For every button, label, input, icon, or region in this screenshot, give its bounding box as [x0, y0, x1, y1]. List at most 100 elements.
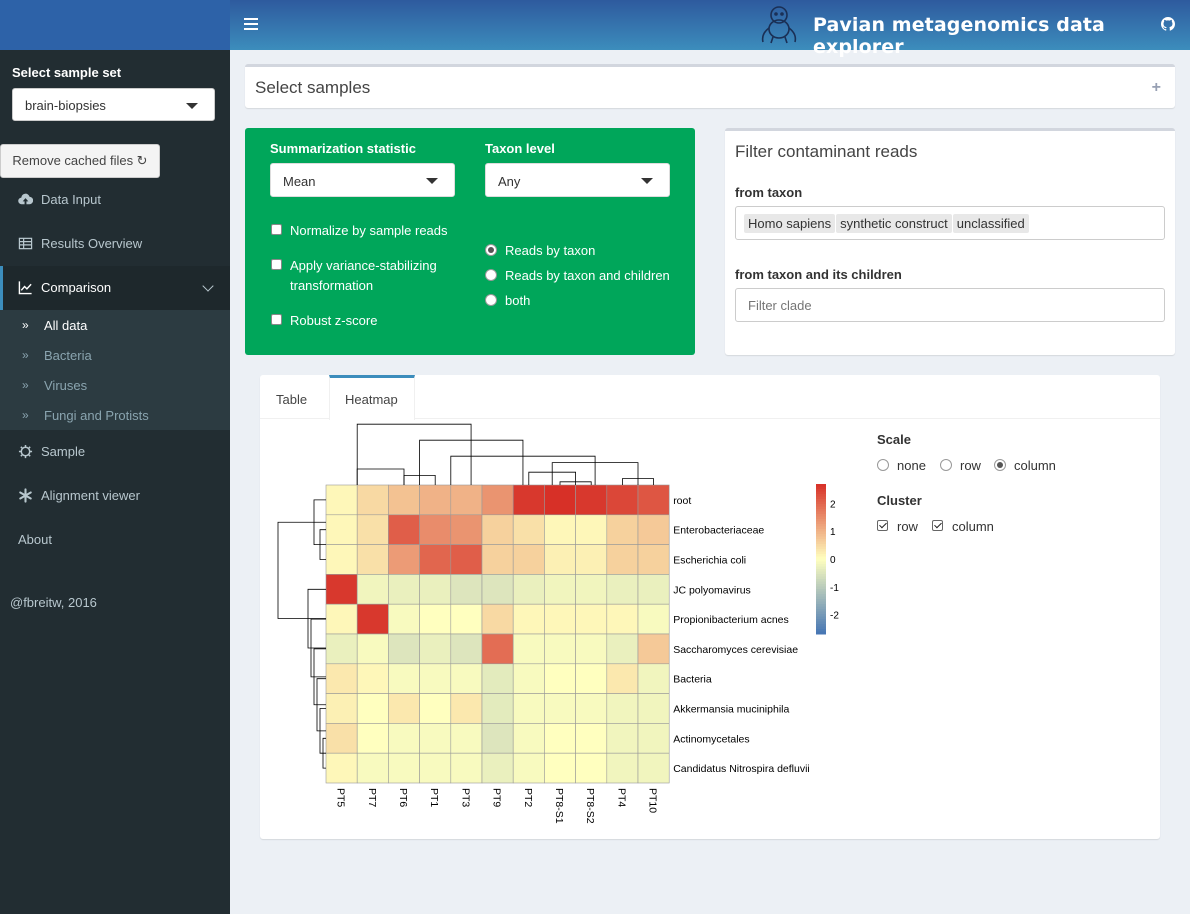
heatmap-cell: [637, 514, 670, 545]
heatmap-cell: [606, 693, 639, 724]
row-label: Escherichia coli: [673, 555, 746, 567]
heatmap-cell: [450, 514, 483, 545]
colorbar-tick-label: -2: [830, 611, 839, 622]
taxon-tag[interactable]: Homo sapiens: [744, 214, 836, 233]
heatmap-cell: [606, 633, 639, 665]
heatmap-cell: [544, 752, 576, 784]
cluster-row-label: row: [897, 519, 918, 534]
colorbar-segment: [816, 631, 826, 635]
heatmap-cell: [325, 574, 358, 605]
sidebar-item-label: Comparison: [41, 280, 112, 295]
column-label: PT6: [397, 788, 409, 807]
heatmap-cell: [606, 484, 639, 516]
tab-table[interactable]: Table: [260, 375, 329, 419]
sidebar-item-data-input[interactable]: Data Input: [0, 178, 230, 222]
row-label: Candidatus Nitrospira defluvii: [673, 763, 810, 775]
heatmap-cell: [575, 603, 608, 635]
column-label: PT9: [491, 788, 503, 807]
heatmap-cell: [419, 603, 452, 635]
chevron-down-icon: [202, 280, 214, 292]
tab-label: Heatmap: [345, 392, 398, 407]
sidebar-item-alignment-viewer[interactable]: Alignment viewer: [0, 474, 230, 518]
taxon-tag[interactable]: unclassified: [952, 214, 1029, 233]
sidebar-item-sample[interactable]: Sample: [0, 430, 230, 474]
heatmap-cell: [450, 663, 483, 694]
heatmap-cell: [388, 752, 420, 784]
heatmap-cell: [450, 484, 483, 516]
scale-column-label: column: [1014, 458, 1056, 473]
heatmap-cell: [450, 603, 483, 635]
github-icon[interactable]: [1161, 17, 1175, 31]
both-radio[interactable]: [485, 294, 497, 306]
cluster-label: Cluster: [877, 493, 922, 508]
submenu-item-bacteria[interactable]: » Bacteria: [0, 340, 230, 370]
tab-heatmap[interactable]: Heatmap: [329, 375, 415, 420]
sidebar-item-about[interactable]: About: [0, 518, 230, 562]
remove-cached-button[interactable]: Remove cached files ↻: [0, 144, 160, 178]
taxon-tag[interactable]: synthetic construct: [836, 214, 952, 233]
sidebar-item-comparison[interactable]: Comparison: [0, 266, 230, 310]
cluster-row-checkbox[interactable]: [877, 520, 888, 531]
results-tab-box: Table Heatmap root Enterobacteriaceae Esch…: [260, 375, 1160, 839]
submenu-item-viruses[interactable]: » Viruses: [0, 370, 230, 400]
variance-label-line1: Apply variance-stabilizing: [290, 258, 437, 273]
heatmap-cell: [606, 514, 639, 545]
scale-none-radio[interactable]: [877, 459, 889, 471]
sample-set-select[interactable]: brain-biopsies: [12, 88, 215, 121]
heatmap-cell: [575, 723, 608, 754]
zscore-label: Robust z-score: [290, 313, 378, 328]
reads-by-taxon-radio[interactable]: [485, 244, 497, 256]
heatmap-cell: [544, 723, 576, 754]
heatmap-cell: [637, 484, 670, 516]
heatmap-cell: [450, 544, 483, 575]
row-label: Propionibacterium acnes: [673, 614, 789, 626]
sidebar-toggle-icon[interactable]: [244, 15, 258, 35]
heatmap-cell: [512, 663, 545, 694]
heatmap-cell: [512, 723, 545, 754]
row-label: Bacteria: [673, 674, 712, 686]
heatmap-cell: [419, 514, 452, 545]
submenu-item-all-data[interactable]: » All data: [0, 310, 230, 340]
clade-filter-input[interactable]: [735, 288, 1165, 322]
expand-plus-icon[interactable]: +: [1152, 79, 1161, 97]
row-label: Akkermansia muciniphila: [673, 704, 789, 716]
column-label: PT4: [615, 788, 627, 807]
row-label: JC polyomavirus: [673, 584, 751, 596]
heatmap-cell: [544, 663, 576, 694]
sample-set-label: Select sample set: [12, 65, 122, 80]
from-taxon-input[interactable]: Homo sapiens synthetic construct unclassif…: [735, 206, 1165, 240]
scale-column-radio[interactable]: [994, 459, 1006, 471]
submenu-item-label: Bacteria: [44, 348, 92, 363]
heatmap-cell: [637, 723, 670, 754]
taxon-level-label: Taxon level: [485, 141, 555, 156]
heatmap-cell: [637, 693, 670, 724]
sidebar-item-results-overview[interactable]: Results Overview: [0, 222, 230, 266]
row-label: root: [673, 495, 691, 507]
scale-row-radio[interactable]: [940, 459, 952, 471]
colorbar-tick-label: -1: [830, 583, 839, 594]
heatmap-cell: [481, 484, 514, 516]
reads-by-taxon-label: Reads by taxon: [505, 243, 596, 258]
submenu-item-fungi-protists[interactable]: » Fungi and Protists: [0, 400, 230, 430]
column-label: PT8-S2: [584, 788, 596, 824]
taxon-level-select[interactable]: Any: [485, 163, 670, 197]
scale-label: Scale: [877, 432, 911, 447]
ape-logo-icon: [761, 6, 797, 44]
cluster-column-checkbox[interactable]: [932, 520, 943, 531]
sidebar-item-label: Alignment viewer: [41, 488, 140, 503]
heatmap-cell: [481, 574, 514, 605]
heatmap-cell: [544, 544, 576, 575]
gear-icon: [18, 444, 33, 459]
logo-area: [0, 0, 230, 50]
normalize-checkbox[interactable]: [271, 224, 282, 235]
reads-by-children-radio[interactable]: [485, 269, 497, 281]
heatmap-cell: [388, 603, 420, 635]
summarization-select[interactable]: Mean: [270, 163, 455, 197]
tab-label: Table: [276, 392, 308, 407]
variance-checkbox[interactable]: [271, 259, 282, 270]
zscore-checkbox[interactable]: [271, 314, 282, 325]
heatmap-cell: [388, 514, 420, 545]
both-label: both: [505, 293, 531, 308]
heatmap-cell: [481, 544, 514, 575]
heatmap-cell: [575, 574, 608, 605]
